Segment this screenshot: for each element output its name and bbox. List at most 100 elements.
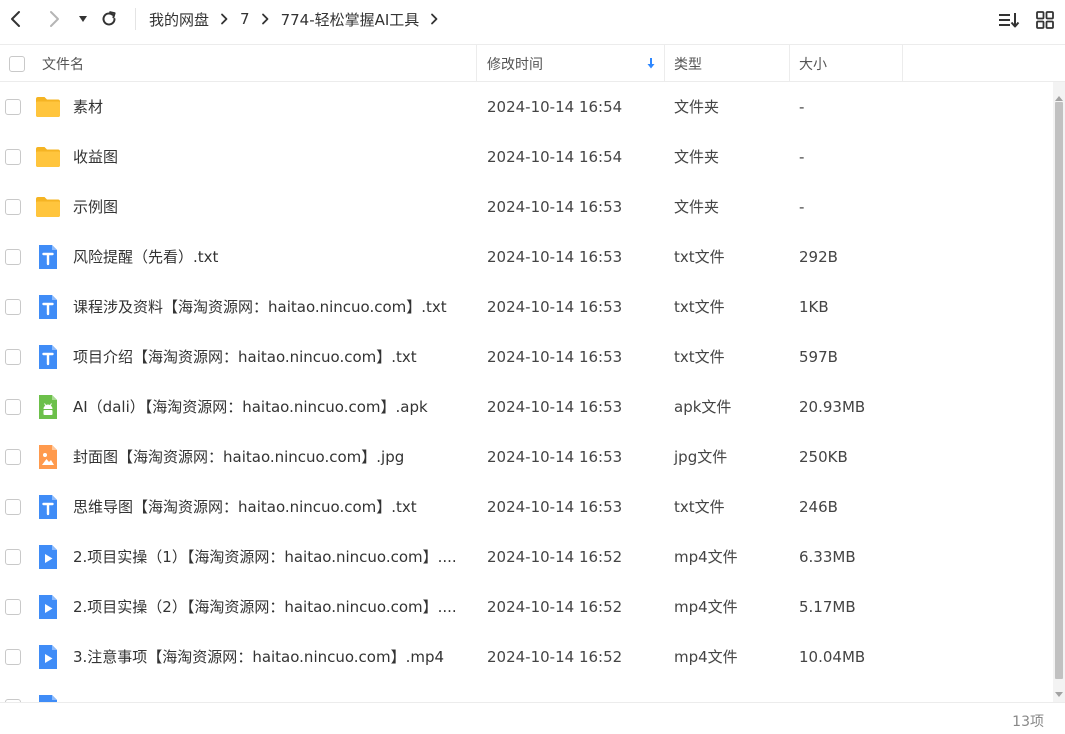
scroll-up-arrow-icon[interactable] xyxy=(1053,88,1065,101)
breadcrumb-item-root[interactable]: 我的网盘 xyxy=(149,9,209,30)
file-row[interactable]: 3.注意事项【海淘资源网：haitao.nincuo.com】.mp4 2024-… xyxy=(0,632,1053,682)
folder-icon xyxy=(35,144,61,170)
row-checkbox[interactable] xyxy=(5,349,21,365)
file-mtime: 2024-10-14 16:54 xyxy=(487,148,623,166)
history-dropdown-button[interactable] xyxy=(76,7,90,31)
file-size: 5.17MB xyxy=(799,598,856,616)
column-header-name[interactable]: 文件名 xyxy=(42,45,84,82)
file-type: 文件夹 xyxy=(674,98,720,116)
file-name[interactable]: 思维导图【海淘资源网：haitao.nincuo.com】.txt xyxy=(73,482,465,532)
file-type: apk文件 xyxy=(674,398,732,416)
breadcrumb-item-current[interactable]: 774-轻松掌握AI工具 xyxy=(281,9,420,30)
column-header-size[interactable]: 大小 xyxy=(799,45,827,82)
file-mtime: 2024-10-14 16:52 xyxy=(487,598,623,616)
row-checkbox[interactable] xyxy=(5,199,21,215)
refresh-button[interactable] xyxy=(99,7,119,31)
file-row[interactable]: 2.项目实操（1）【海淘资源网：haitao.nincuo.com】.... 20… xyxy=(0,532,1053,582)
file-mtime: 2024-10-14 16:53 xyxy=(487,198,623,216)
file-list-header: 文件名 修改时间 类型 大小 xyxy=(0,44,1065,82)
file-name[interactable]: 项目介绍【海淘资源网：haitao.nincuo.com】.txt xyxy=(73,332,465,382)
forward-button[interactable] xyxy=(44,7,64,31)
file-row[interactable]: 2.项目实操（2）【海淘资源网：haitao.nincuo.com】.... 20… xyxy=(0,582,1053,632)
file-row[interactable]: 素材 2024-10-14 16:54 文件夹 - xyxy=(0,82,1053,132)
chevron-right-icon xyxy=(220,13,228,25)
chevron-left-icon xyxy=(11,11,20,27)
row-checkbox[interactable] xyxy=(5,249,21,265)
row-checkbox[interactable] xyxy=(5,549,21,565)
file-row[interactable]: 课程涉及资料【海淘资源网：haitao.nincuo.com】.txt 2024-… xyxy=(0,282,1053,332)
file-name[interactable]: 2.项目实操（1）【海淘资源网：haitao.nincuo.com】.... xyxy=(73,532,465,582)
file-type: mp4文件 xyxy=(674,548,738,566)
file-mtime: 2024-10-14 16:53 xyxy=(487,298,623,316)
file-name[interactable]: AI（dali）【海淘资源网：haitao.nincuo.com】.apk xyxy=(73,382,465,432)
file-name[interactable]: 课程涉及资料【海淘资源网：haitao.nincuo.com】.txt xyxy=(73,282,465,332)
file-type: mp4文件 xyxy=(674,648,738,666)
scroll-down-arrow-icon[interactable] xyxy=(1053,685,1065,697)
chevron-right-icon xyxy=(50,11,59,27)
sort-list-icon xyxy=(999,13,1020,28)
file-type: txt文件 xyxy=(674,498,725,516)
item-count: 13项 xyxy=(1012,714,1044,730)
row-checkbox[interactable] xyxy=(5,599,21,615)
sort-desc-icon xyxy=(646,45,656,82)
column-header-type[interactable]: 类型 xyxy=(674,45,702,82)
folder-icon xyxy=(35,194,61,220)
breadcrumb-item-folder[interactable]: 7 xyxy=(240,10,250,28)
row-checkbox[interactable] xyxy=(5,399,21,415)
row-checkbox[interactable] xyxy=(5,149,21,165)
row-checkbox[interactable] xyxy=(5,449,21,465)
file-name[interactable]: 收益图 xyxy=(73,132,465,182)
sort-button[interactable] xyxy=(998,9,1020,31)
file-size: 20.93MB xyxy=(799,398,866,416)
file-mtime: 2024-10-14 16:53 xyxy=(487,248,623,266)
file-name[interactable]: 素材 xyxy=(73,82,465,132)
video-file-icon xyxy=(35,544,61,570)
breadcrumb: 我的网盘 7 774-轻松掌握AI工具 xyxy=(149,0,438,38)
file-row[interactable]: 风险提醒（先看）.txt 2024-10-14 16:53 txt文件 292B xyxy=(0,232,1053,282)
checkbox-box xyxy=(9,55,25,72)
file-mtime: 2024-10-14 16:52 xyxy=(487,548,623,566)
refresh-icon xyxy=(102,11,116,26)
file-mtime: 2024-10-14 16:53 xyxy=(487,498,623,516)
file-row[interactable]: 封面图【海淘资源网：haitao.nincuo.com】.jpg 2024-10-… xyxy=(0,432,1053,482)
file-type: jpg文件 xyxy=(674,448,728,466)
back-button[interactable] xyxy=(6,7,26,31)
file-size: - xyxy=(799,148,805,166)
file-row-partial[interactable] xyxy=(0,682,1053,702)
file-name[interactable]: 3.注意事项【海淘资源网：haitao.nincuo.com】.mp4 xyxy=(73,632,465,682)
chevron-right-icon[interactable] xyxy=(430,13,438,25)
file-size: 6.33MB xyxy=(799,548,856,566)
file-row[interactable]: 思维导图【海淘资源网：haitao.nincuo.com】.txt 2024-10… xyxy=(0,482,1053,532)
row-checkbox[interactable] xyxy=(5,299,21,315)
column-divider xyxy=(902,45,903,82)
column-divider xyxy=(789,45,790,82)
file-mtime: 2024-10-14 16:53 xyxy=(487,398,623,416)
file-mtime: 2024-10-14 16:54 xyxy=(487,98,623,116)
file-name[interactable]: 风险提醒（先看）.txt xyxy=(73,232,465,282)
grid-view-button[interactable] xyxy=(1034,9,1056,31)
folder-icon xyxy=(35,94,61,120)
file-type: txt文件 xyxy=(674,248,725,266)
chevron-right-icon xyxy=(261,13,269,25)
vertical-scrollbar[interactable] xyxy=(1053,82,1065,702)
txt-file-icon xyxy=(35,344,61,370)
column-header-mtime[interactable]: 修改时间 xyxy=(487,45,543,82)
file-mtime: 2024-10-14 16:52 xyxy=(487,648,623,666)
file-row[interactable]: 示例图 2024-10-14 16:53 文件夹 - xyxy=(0,182,1053,232)
file-type: txt文件 xyxy=(674,348,725,366)
apk-file-icon xyxy=(35,394,61,420)
file-name[interactable]: 2.项目实操（2）【海淘资源网：haitao.nincuo.com】.... xyxy=(73,582,465,632)
file-row[interactable]: 项目介绍【海淘资源网：haitao.nincuo.com】.txt 2024-10… xyxy=(0,332,1053,382)
row-checkbox[interactable] xyxy=(5,649,21,665)
row-checkbox[interactable] xyxy=(5,499,21,515)
column-divider xyxy=(664,45,665,82)
scrollbar-thumb[interactable] xyxy=(1055,102,1063,679)
row-checkbox[interactable] xyxy=(5,99,21,115)
select-all-checkbox[interactable] xyxy=(9,45,25,82)
file-name[interactable]: 封面图【海淘资源网：haitao.nincuo.com】.jpg xyxy=(73,432,465,482)
file-name[interactable]: 示例图 xyxy=(73,182,465,232)
file-row[interactable]: 收益图 2024-10-14 16:54 文件夹 - xyxy=(0,132,1053,182)
file-row[interactable]: AI（dali）【海淘资源网：haitao.nincuo.com】.apk 202… xyxy=(0,382,1053,432)
toolbar: 我的网盘 7 774-轻松掌握AI工具 xyxy=(0,0,1065,38)
file-mtime: 2024-10-14 16:53 xyxy=(487,448,623,466)
